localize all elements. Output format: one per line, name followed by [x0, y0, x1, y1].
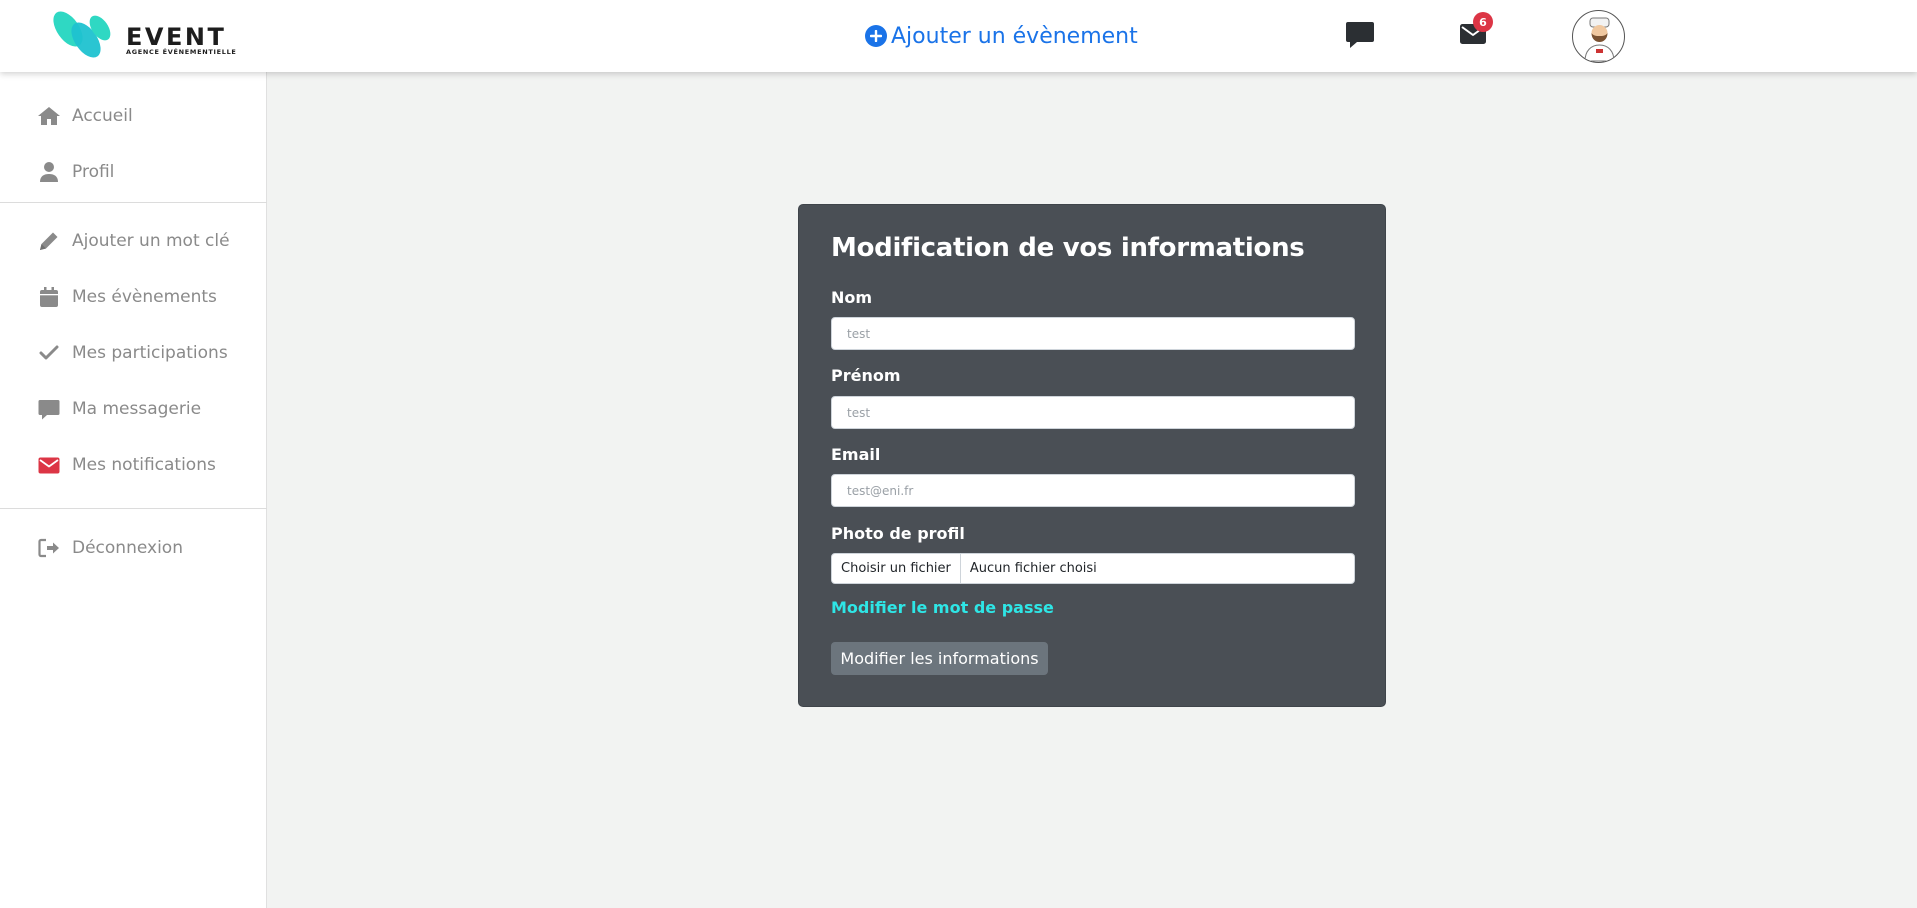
form-title: Modification de vos informations — [831, 233, 1305, 263]
sidebar-item-label: Profil — [72, 162, 115, 182]
calendar-icon — [37, 286, 61, 308]
check-icon — [37, 342, 61, 364]
photo-label: Photo de profil — [831, 524, 965, 543]
sidebar-item-logout[interactable]: Déconnexion — [0, 526, 267, 570]
sidebar-item-accueil[interactable]: Accueil — [0, 94, 267, 138]
add-event-link[interactable]: Ajouter un évènement — [865, 20, 1138, 52]
sidebar-item-my-events[interactable]: Mes évènements — [0, 275, 267, 319]
home-icon — [37, 105, 61, 127]
brand-logo[interactable]: EVENT AGENCE ÉVÉNEMENTIELLE — [46, 10, 246, 62]
email-field[interactable] — [831, 474, 1355, 507]
sidebar-divider — [0, 202, 267, 203]
sidebar-item-label: Mes participations — [72, 343, 228, 363]
envelope-icon — [37, 454, 61, 476]
change-password-link[interactable]: Modifier le mot de passe — [831, 598, 1054, 617]
brand-mark-icon — [53, 11, 111, 58]
brand-name: EVENT — [126, 23, 227, 51]
sidebar: Accueil Profil Ajouter un mot clé Mes év… — [0, 72, 267, 908]
profile-edit-card: Modification de vos informations Nom Pré… — [798, 204, 1386, 707]
prenom-label: Prénom — [831, 366, 901, 385]
pencil-icon — [37, 230, 61, 252]
logout-icon — [37, 537, 61, 559]
notification-count-badge: 6 — [1473, 12, 1493, 32]
avatar[interactable] — [1572, 10, 1625, 63]
nom-field[interactable] — [831, 317, 1355, 350]
sidebar-item-keyword[interactable]: Ajouter un mot clé — [0, 219, 267, 263]
email-label: Email — [831, 445, 881, 464]
sidebar-item-notifications[interactable]: Mes notifications — [0, 443, 267, 487]
chef-avatar-icon — [1584, 17, 1615, 62]
file-status: Aucun fichier choisi — [969, 561, 1097, 576]
plus-circle-icon — [865, 25, 887, 47]
top-navbar: EVENT AGENCE ÉVÉNEMENTIELLE Ajouter un é… — [0, 0, 1917, 72]
sidebar-item-label: Ma messagerie — [72, 399, 202, 419]
submit-button[interactable]: Modifier les informations — [831, 642, 1048, 675]
sidebar-item-label: Ajouter un mot clé — [72, 231, 230, 251]
sidebar-item-label: Déconnexion — [72, 538, 183, 558]
nom-label: Nom — [831, 288, 873, 307]
add-event-label: Ajouter un évènement — [891, 23, 1138, 49]
user-icon — [37, 161, 61, 183]
sidebar-item-participations[interactable]: Mes participations — [0, 331, 267, 375]
chat-icon — [37, 398, 61, 420]
sidebar-divider — [0, 508, 267, 509]
sidebar-item-profil[interactable]: Profil — [0, 150, 267, 194]
prenom-field[interactable] — [831, 396, 1355, 429]
choose-file-button[interactable]: Choisir un fichier — [832, 554, 961, 583]
photo-file-input[interactable]: Choisir un fichier Aucun fichier choisi — [831, 553, 1355, 584]
sidebar-item-label: Mes évènements — [72, 287, 217, 307]
chat-icon[interactable] — [1345, 21, 1375, 53]
brand-tagline: AGENCE ÉVÉNEMENTIELLE — [126, 48, 237, 56]
sidebar-item-messagerie[interactable]: Ma messagerie — [0, 387, 267, 431]
sidebar-item-label: Accueil — [72, 106, 133, 126]
sidebar-item-label: Mes notifications — [72, 455, 216, 475]
